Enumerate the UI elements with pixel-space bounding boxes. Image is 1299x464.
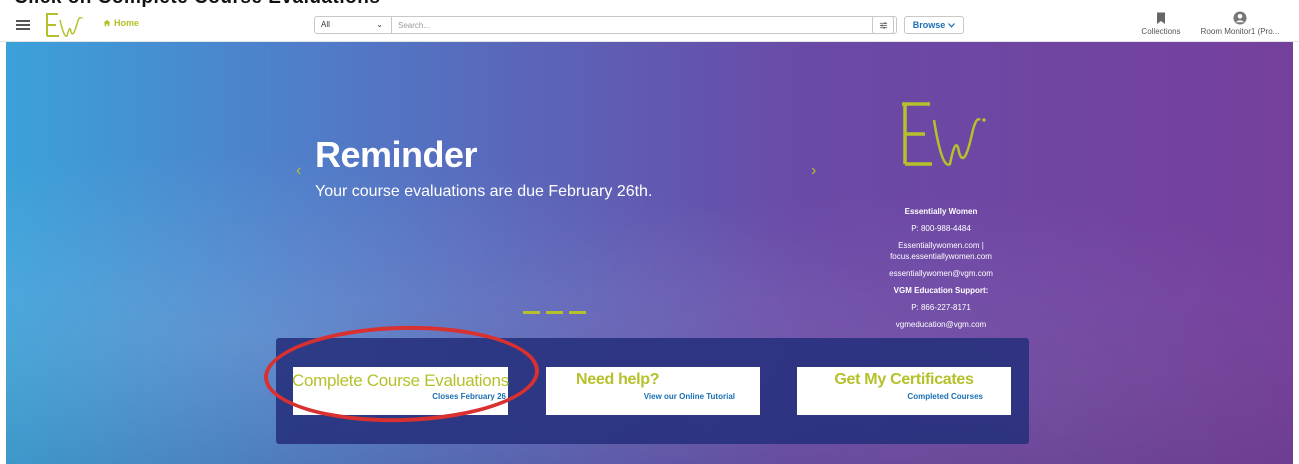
support-email[interactable]: vgmeducation@vgm.com (856, 316, 1026, 333)
cta-title: Get My Certificates (834, 371, 974, 388)
profile-label: Room Monitor1 (Pro... (1200, 27, 1280, 36)
home-icon (103, 19, 111, 27)
search-scope-select[interactable]: All ⌄ (315, 17, 392, 33)
search-bar: All ⌄ (314, 16, 897, 34)
brand-logo[interactable] (40, 10, 86, 40)
profile-button[interactable]: Room Monitor1 (Pro... (1198, 11, 1282, 36)
home-link[interactable]: Home (103, 18, 139, 28)
contact-phone: P: 800-988-4484 (911, 224, 971, 233)
need-help-button[interactable]: Need help? View our Online Tutorial (546, 367, 760, 415)
contact-org: Essentially Women (904, 207, 978, 216)
user-avatar-icon (1233, 11, 1247, 25)
contact-info: Essentially Women P: 800-988-4484 Essent… (856, 203, 1026, 333)
menu-icon[interactable] (16, 20, 30, 30)
collections-label: Collections (1141, 27, 1181, 36)
chevron-down-icon: ⌄ (376, 20, 383, 29)
chevron-down-icon (948, 22, 956, 28)
top-strip: Click on Complete Course Evaluations (0, 0, 1299, 8)
browse-button[interactable]: Browse (904, 16, 964, 34)
support-title: VGM Education Support: (893, 286, 989, 295)
cta-subtitle: View our Online Tutorial (643, 392, 735, 401)
home-label: Home (114, 18, 140, 28)
contact-email[interactable]: essentiallywomen@vgm.com (856, 265, 1026, 282)
filter-button[interactable] (872, 16, 894, 34)
contact-site-main[interactable]: Essentiallywomen.com | (856, 240, 1026, 251)
contact-sites: Essentiallywomen.com | focus.essentially… (856, 237, 1026, 265)
complete-evaluations-button[interactable]: Complete Course Evaluations Closes Febru… (292, 367, 509, 415)
carousel-dot[interactable] (569, 311, 586, 314)
bookmark-icon (1157, 12, 1165, 24)
cta-subtitle: Completed Courses (907, 392, 983, 401)
slide-subtitle: Your course evaluations are due February… (315, 183, 653, 200)
carousel-dot[interactable] (523, 311, 540, 314)
search-input[interactable] (392, 17, 874, 33)
sliders-icon (879, 21, 887, 29)
carousel-prev-arrow[interactable]: ‹ (296, 162, 301, 180)
hero-banner: ‹ › Reminder Your course evaluations are… (6, 42, 1293, 464)
carousel-dot[interactable] (546, 311, 563, 314)
carousel-next-arrow[interactable]: › (811, 162, 816, 180)
slide-title: Reminder (315, 134, 478, 175)
navbar: Home All ⌄ Browse Collections Room Monit… (0, 8, 1299, 42)
cta-title: Complete Course Evaluations (292, 371, 509, 390)
cta-subtitle: Closes February 26 (432, 392, 506, 401)
cta-title: Need help? (576, 371, 660, 388)
collections-button[interactable]: Collections (1138, 12, 1184, 36)
carousel-indicators (523, 311, 586, 314)
contact-site-focus[interactable]: focus.essentiallywomen.com (856, 251, 1026, 262)
browse-label: Browse (912, 20, 946, 30)
get-certificates-button[interactable]: Get My Certificates Completed Courses (797, 367, 1011, 415)
search-scope-value: All (321, 20, 330, 29)
brand-logo-large (902, 102, 986, 166)
support-phone: P: 866-227-8171 (911, 303, 971, 312)
cta-panel: Complete Course Evaluations Closes Febru… (276, 338, 1029, 444)
